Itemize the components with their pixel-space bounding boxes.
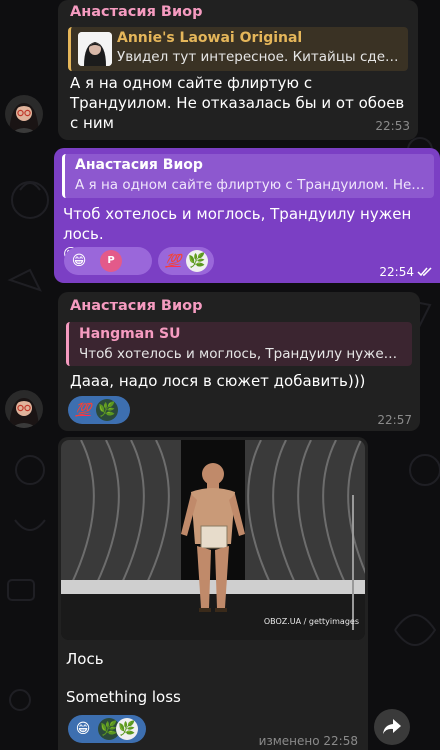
sender-avatar[interactable] bbox=[5, 390, 43, 428]
reaction-chip[interactable]: 💯 🌿 bbox=[158, 247, 214, 275]
message-bubble-outgoing[interactable]: Анастасия Виор А я на одном сайте флирту… bbox=[54, 148, 440, 283]
message-line: А я на одном сайте флиртую с bbox=[70, 74, 313, 92]
forward-button[interactable] bbox=[374, 709, 410, 745]
forward-icon bbox=[383, 719, 401, 734]
reply-thumbnail bbox=[78, 32, 112, 66]
reply-quote[interactable]: Hangman SU Чтоб хотелось и моглось, Тран… bbox=[66, 322, 412, 366]
sender-avatar[interactable] bbox=[5, 95, 43, 133]
message-line: с ним bbox=[70, 114, 114, 132]
message-line bbox=[66, 669, 181, 688]
sender-name[interactable]: Анастасия Виор bbox=[70, 298, 202, 314]
message-text: Дааа, надо лося в сюжет добавить))) bbox=[70, 372, 366, 390]
reactor-avatar: P bbox=[100, 250, 122, 272]
hundred-points-icon: 💯 bbox=[75, 402, 91, 418]
reaction-chip[interactable]: 😁 P bbox=[64, 247, 152, 275]
message-bubble-photo[interactable]: OBOZ.UA / gettyimages Лось Something los… bbox=[58, 437, 368, 750]
grin-emoji-icon: 😁 bbox=[75, 721, 91, 737]
message-bubble[interactable]: Анастасия Виор Annie's Laowai Original У… bbox=[58, 0, 418, 140]
message-time: 22:53 bbox=[375, 119, 410, 133]
message-time: 22:57 bbox=[377, 413, 412, 427]
reply-quote[interactable]: Annie's Laowai Original Увидел тут интер… bbox=[68, 27, 408, 71]
message-text: А я на одном сайте флиртую с Трандуилом.… bbox=[70, 73, 404, 133]
reply-author: Анастасия Виор bbox=[75, 157, 203, 173]
message-time: изменено 22:58 bbox=[258, 734, 358, 748]
sender-name[interactable]: Анастасия Виор bbox=[70, 4, 202, 20]
reply-author: Annie's Laowai Original bbox=[117, 30, 303, 46]
reactor-avatar: 🌿 bbox=[186, 250, 208, 272]
reaction-chip[interactable]: 💯 🌿 bbox=[68, 396, 130, 424]
hundred-points-icon: 💯 bbox=[165, 253, 181, 269]
message-line: Чтоб хотелось и моглось, Трандуилу нужен… bbox=[63, 205, 412, 243]
reactor-avatar: 🌿 bbox=[116, 718, 138, 740]
photo-watermark: OBOZ.UA / gettyimages bbox=[263, 617, 359, 626]
reply-quote[interactable]: Анастасия Виор А я на одном сайте флирту… bbox=[62, 154, 434, 198]
message-time: 22:54 bbox=[379, 265, 414, 279]
message-line: Лось bbox=[66, 650, 104, 668]
reactor-avatar: 🌿 bbox=[96, 399, 118, 421]
reply-text: Увидел тут интересное. Китайцы сделали bbox=[117, 49, 402, 65]
reply-text: А я на одном сайте флиртую с Трандуилом.… bbox=[75, 177, 427, 193]
message-photo[interactable]: OBOZ.UA / gettyimages bbox=[61, 440, 365, 640]
message-text: Лось Something loss bbox=[66, 650, 181, 707]
reply-text: Чтоб хотелось и моглось, Трандуилу нужен… bbox=[79, 346, 401, 362]
message-line: Something loss bbox=[66, 688, 181, 706]
grin-emoji-icon: 😁 bbox=[71, 253, 87, 269]
reply-author: Hangman SU bbox=[79, 326, 181, 342]
reaction-chip[interactable]: 😁 🌿 🌿 bbox=[68, 715, 146, 743]
double-check-icon bbox=[417, 267, 432, 277]
message-bubble[interactable]: Анастасия Виор Hangman SU Чтоб хотелось … bbox=[58, 292, 420, 431]
message-line: Трандуилом. Не отказалась бы и от обоев bbox=[70, 94, 405, 112]
